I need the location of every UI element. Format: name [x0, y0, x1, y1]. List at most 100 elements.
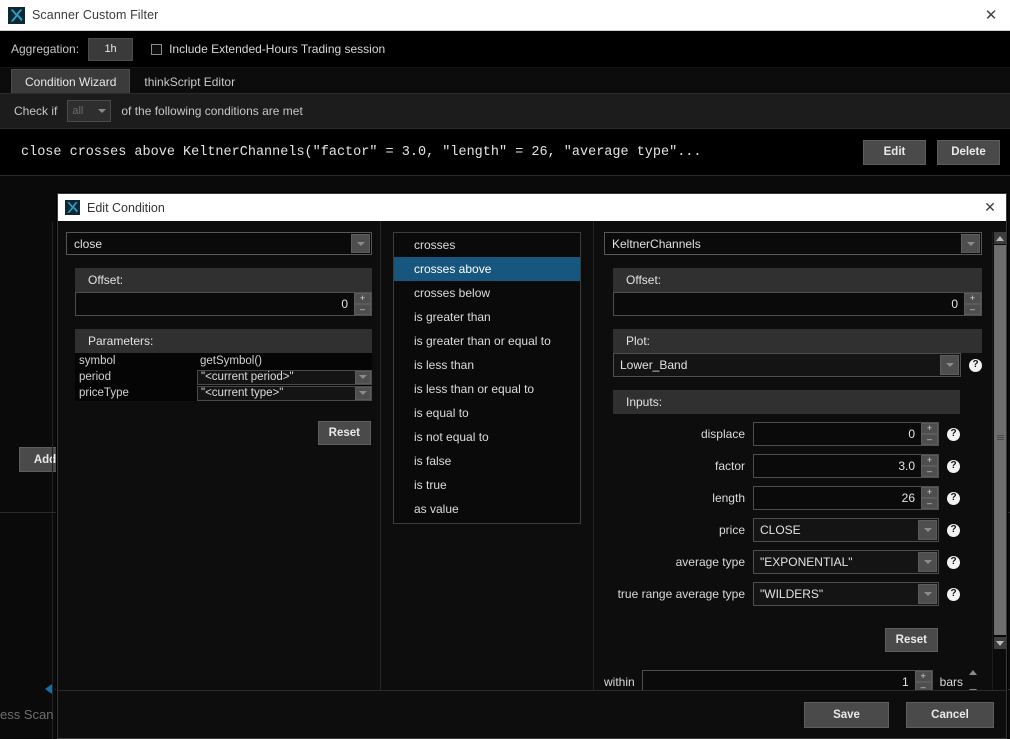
conditions-list[interactable]: crosses crosses above crosses below is g…	[393, 232, 581, 524]
within-input[interactable]: 1 + –	[642, 670, 933, 690]
within-scroll-arrows[interactable]	[967, 669, 978, 690]
scrollbar-thumb[interactable]	[994, 245, 1006, 635]
help-icon[interactable]: ?	[969, 358, 982, 372]
right-reset-row: Reset	[613, 628, 960, 652]
chevron-down-icon[interactable]	[351, 234, 370, 253]
right-offset-stepper: + –	[964, 293, 981, 315]
stepper-decrement-icon[interactable]: –	[921, 466, 938, 477]
list-item[interactable]: is greater than or equal to	[394, 329, 580, 353]
stepper-increment-icon[interactable]: +	[921, 455, 938, 466]
extended-hours-checkbox[interactable]	[151, 43, 163, 55]
source-select-value: close	[74, 236, 103, 251]
length-input[interactable]: 26 + –	[753, 486, 939, 510]
stepper-decrement-icon[interactable]: –	[964, 304, 981, 315]
input-field-wrap: 0 + – ?	[753, 422, 960, 446]
aggregation-label: Aggregation:	[11, 42, 80, 56]
cancel-button[interactable]: Cancel	[906, 701, 994, 728]
collapse-triangle-icon[interactable]	[45, 684, 52, 694]
edit-condition-button[interactable]: Edit	[863, 139, 926, 165]
check-if-prefix: Check if	[14, 104, 58, 118]
input-row-displace: displace 0 + – ?	[613, 422, 960, 446]
parameter-value-select[interactable]: "<current type>"	[197, 385, 372, 401]
parameter-name: period	[79, 371, 111, 383]
right-reset-button[interactable]: Reset	[884, 628, 938, 652]
tos-logo-icon	[65, 200, 80, 215]
input-value: "WILDERS"	[760, 587, 824, 601]
close-icon[interactable]: ✕	[980, 4, 1002, 26]
list-item[interactable]: as value	[394, 497, 580, 521]
window-title: Scanner Custom Filter	[32, 8, 159, 22]
input-label: displace	[700, 427, 745, 441]
tab-thinkscript-editor[interactable]: thinkScript Editor	[130, 69, 249, 93]
list-item[interactable]: is less than	[394, 353, 580, 377]
help-icon[interactable]: ?	[947, 459, 960, 473]
list-item[interactable]: is false	[394, 449, 580, 473]
tab-condition-wizard[interactable]: Condition Wizard	[11, 69, 131, 93]
chevron-down-icon[interactable]	[961, 234, 980, 253]
true-range-average-type-select[interactable]: "WILDERS"	[753, 582, 939, 606]
left-offset-field[interactable]: 0 + –	[75, 292, 372, 316]
table-row: priceType "<current type>"	[75, 385, 372, 401]
chevron-down-icon[interactable]	[355, 370, 371, 384]
list-item[interactable]: is less than or equal to	[394, 377, 580, 401]
right-offset-field[interactable]: 0 + –	[613, 292, 982, 316]
aggregation-bar: Aggregation: 1h Include Extended-Hours T…	[0, 31, 1010, 68]
extended-hours-checkbox-row[interactable]: Include Extended-Hours Trading session	[151, 42, 385, 56]
parameter-value: getSymbol()	[200, 355, 262, 367]
chevron-down-icon[interactable]	[355, 386, 371, 400]
right-offset-header: Offset:	[613, 268, 982, 292]
list-item[interactable]: is true	[394, 473, 580, 497]
help-icon[interactable]: ?	[947, 491, 960, 505]
input-value: 26	[901, 491, 915, 505]
chevron-down-icon	[98, 109, 107, 113]
chevron-down-icon[interactable]	[918, 552, 937, 572]
scroll-down-icon[interactable]	[994, 637, 1006, 649]
help-icon[interactable]: ?	[947, 427, 960, 441]
displace-stepper: + –	[921, 423, 938, 445]
stepper-decrement-icon[interactable]: –	[914, 682, 932, 690]
help-icon[interactable]: ?	[947, 523, 960, 537]
chevron-down-icon[interactable]	[940, 355, 959, 375]
left-reset-button[interactable]: Reset	[317, 421, 371, 445]
stepper-increment-icon[interactable]: +	[354, 293, 371, 304]
close-icon[interactable]: ✕	[980, 198, 1000, 218]
left-offset-header: Offset:	[75, 268, 372, 292]
scroll-down-icon[interactable]	[969, 689, 977, 690]
stepper-increment-icon[interactable]: +	[921, 487, 938, 498]
average-type-select[interactable]: "EXPONENTIAL"	[753, 550, 939, 574]
stepper-decrement-icon[interactable]: –	[354, 304, 371, 315]
price-select[interactable]: CLOSE	[753, 518, 939, 542]
parameter-value-select[interactable]: "<current period>"	[197, 369, 372, 385]
study-select[interactable]: KeltnerChannels	[604, 232, 982, 255]
check-if-select[interactable]: all	[67, 100, 112, 122]
scroll-up-icon[interactable]	[969, 670, 977, 675]
source-select[interactable]: close	[66, 232, 372, 255]
within-value: 1	[901, 675, 909, 689]
right-panel-scrollbar[interactable]	[992, 232, 1006, 690]
scroll-up-icon[interactable]	[994, 232, 1006, 244]
check-if-selected-value: all	[72, 105, 84, 117]
list-item[interactable]: is not equal to	[394, 425, 580, 449]
list-item[interactable]: crosses below	[394, 281, 580, 305]
stepper-increment-icon[interactable]: +	[914, 671, 932, 682]
save-button[interactable]: Save	[804, 701, 889, 728]
chevron-down-icon[interactable]	[918, 520, 937, 540]
tos-logo-icon	[8, 6, 25, 24]
input-field-wrap: 26 + – ?	[753, 486, 960, 510]
list-item[interactable]: is greater than	[394, 305, 580, 329]
help-icon[interactable]: ?	[947, 587, 960, 601]
list-item[interactable]: crosses	[394, 233, 580, 257]
displace-input[interactable]: 0 + –	[753, 422, 939, 446]
help-icon[interactable]: ?	[947, 555, 960, 569]
stepper-increment-icon[interactable]: +	[921, 423, 938, 434]
stepper-decrement-icon[interactable]: –	[921, 434, 938, 445]
chevron-down-icon[interactable]	[918, 584, 937, 604]
factor-input[interactable]: 3.0 + –	[753, 454, 939, 478]
stepper-increment-icon[interactable]: +	[964, 293, 981, 304]
list-item-selected[interactable]: crosses above	[394, 257, 580, 281]
delete-condition-button[interactable]: Delete	[937, 139, 1000, 165]
plot-select[interactable]: Lower_Band	[613, 353, 961, 377]
list-item[interactable]: is equal to	[394, 401, 580, 425]
aggregation-value-button[interactable]: 1h	[88, 37, 134, 61]
stepper-decrement-icon[interactable]: –	[921, 498, 938, 509]
